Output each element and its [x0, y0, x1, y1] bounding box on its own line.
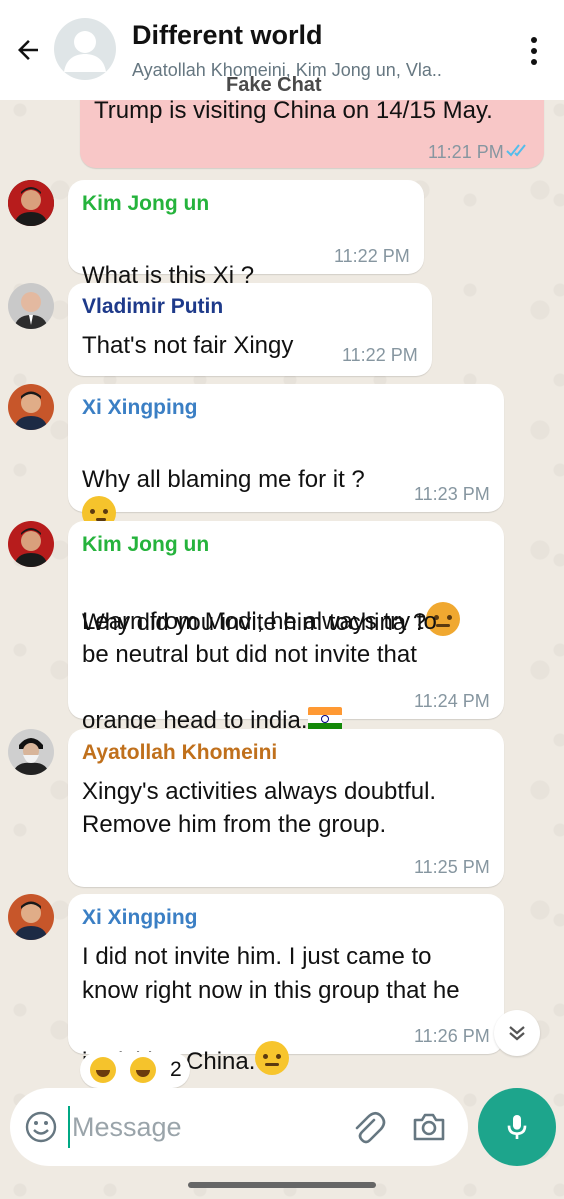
- message-time: 11:22 PM: [342, 345, 418, 365]
- message-bubble-incoming[interactable]: Kim Jong un Why did you invite him tochi…: [68, 521, 504, 734]
- avatar-kim[interactable]: [8, 521, 54, 567]
- double-chevron-down-icon: [509, 1026, 525, 1041]
- profile-photo-icon: [8, 180, 54, 226]
- emoji-button[interactable]: [24, 1110, 58, 1144]
- message-text: Xingy's activities always doubtful.: [82, 778, 437, 805]
- attach-button[interactable]: [350, 1108, 386, 1146]
- message-time: 11:24 PM: [414, 691, 490, 711]
- message-text: know right now in this group that he: [82, 977, 460, 1004]
- message-time: 11:26 PM: [414, 1026, 490, 1046]
- chat-title[interactable]: Different world: [132, 20, 323, 51]
- profile-photo-icon: [8, 521, 54, 567]
- laughing-face-icon: [90, 1057, 116, 1083]
- message-bubble-incoming[interactable]: Xi Xingping I did not invite him. I just…: [68, 894, 504, 1075]
- sender-name: Kim Jong un: [82, 192, 210, 215]
- back-button[interactable]: [8, 30, 48, 70]
- watermark-text: Fake Chat: [226, 74, 322, 96]
- profile-photo-icon: [8, 384, 54, 430]
- avatar-putin[interactable]: [8, 283, 54, 329]
- message-text-line: orange head to india.: [82, 671, 342, 737]
- message-text-row: Why all blaming me for it ?: [82, 430, 365, 533]
- message-composer: [10, 1088, 468, 1166]
- reaction-count: 2: [170, 1058, 182, 1081]
- group-placeholder-icon: [64, 31, 106, 72]
- message-text: Learn from Modi, he always try to: [82, 608, 437, 635]
- dot-icon: [531, 59, 537, 65]
- sender-name: Kim Jong un: [82, 533, 210, 556]
- message-text: That's not fair Xingy: [82, 332, 294, 359]
- avatar-kim[interactable]: [8, 180, 54, 226]
- laughing-face-icon: [130, 1057, 156, 1083]
- voice-message-button[interactable]: [478, 1088, 556, 1166]
- paperclip-icon: [355, 1111, 386, 1144]
- avatar-xi[interactable]: [8, 384, 54, 430]
- message-time: 11:22 PM: [334, 246, 410, 266]
- message-reactions[interactable]: 2: [80, 1052, 190, 1088]
- message-bubble-incoming[interactable]: Xi Xingping Why all blaming me for it ? …: [68, 384, 504, 530]
- profile-photo-icon: [8, 894, 54, 940]
- sender-name: Ayatollah Khomeini: [82, 741, 278, 764]
- sender-name: Xi Xingping: [82, 396, 198, 419]
- message-text: Remove him from the group.: [82, 811, 387, 838]
- message-text: Why all blaming me for it ?: [82, 466, 365, 493]
- india-flag-icon: [307, 707, 342, 731]
- message-bubble-incoming[interactable]: Ayatollah Khomeini Xingy's activities al…: [68, 729, 504, 887]
- scroll-to-bottom-button[interactable]: [494, 1010, 540, 1056]
- smiley-icon: [25, 1111, 57, 1143]
- message-bubble-incoming[interactable]: Kim Jong un What is this Xi ? 11:22 PM: [68, 180, 424, 326]
- microphone-icon: [507, 1115, 527, 1139]
- message-text: I did not invite him. I just came to: [82, 943, 432, 970]
- message-bubble-incoming[interactable]: Vladimir Putin That's not fair Xingy 11:…: [68, 283, 432, 376]
- avatar-xi[interactable]: [8, 894, 54, 940]
- message-time: 11:23 PM: [414, 484, 490, 504]
- group-avatar[interactable]: [54, 18, 116, 80]
- expressionless-face-icon: [255, 1041, 290, 1075]
- avatar-khomeini[interactable]: [8, 729, 54, 775]
- dot-icon: [531, 37, 537, 43]
- profile-photo-icon: [8, 283, 54, 329]
- message-time: 11:25 PM: [414, 857, 490, 877]
- message-time: 11:21 PM: [428, 142, 504, 162]
- message-text: be neutral but did not invite that: [82, 641, 417, 668]
- sender-name: Vladimir Putin: [82, 295, 224, 318]
- camera-button[interactable]: [410, 1108, 448, 1146]
- profile-photo-icon: [8, 729, 54, 775]
- more-options-button[interactable]: [522, 34, 546, 68]
- home-indicator[interactable]: [188, 1182, 376, 1188]
- sender-name: Xi Xingping: [82, 906, 198, 929]
- camera-icon: [413, 1113, 445, 1141]
- double-check-icon: [506, 144, 526, 157]
- dot-icon: [531, 48, 537, 54]
- arrow-left-icon: [18, 40, 38, 60]
- message-input[interactable]: [68, 1106, 338, 1148]
